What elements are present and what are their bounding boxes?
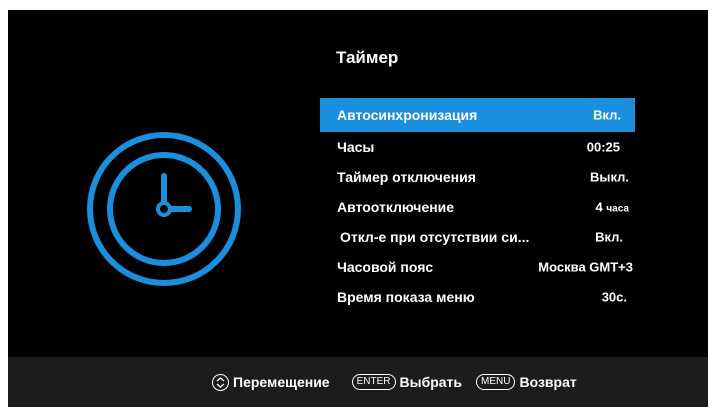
hint-navigate: Перемещение bbox=[212, 373, 330, 391]
enter-key-icon: ENTER bbox=[351, 374, 396, 390]
menu-item-label: Автосинхронизация bbox=[337, 107, 478, 123]
menu-item-label: Откл-е при отсутствии си... bbox=[340, 229, 530, 245]
hint-back-label: Возврат bbox=[519, 374, 577, 390]
menu-item-menu-duration[interactable]: Время показа меню 30с. bbox=[320, 282, 635, 312]
tv-screen: Таймер Автосинхронизация Вкл. Часы 00:25… bbox=[8, 10, 708, 407]
menu-item-value: 4 часа bbox=[595, 199, 629, 215]
hint-bar: Перемещение ENTER Выбрать MENU Возврат bbox=[8, 357, 708, 407]
hint-select: ENTER Выбрать bbox=[351, 374, 463, 390]
page-title: Таймер bbox=[336, 48, 399, 67]
menu-item-label: Время показа меню bbox=[337, 289, 475, 305]
menu-item-value: Вкл. bbox=[593, 107, 621, 123]
menu-key-icon: MENU bbox=[476, 374, 516, 390]
menu-item-clock[interactable]: Часы 00:25 bbox=[320, 132, 635, 162]
menu-item-no-signal-off[interactable]: Откл-е при отсутствии си... Вкл. bbox=[320, 222, 635, 252]
menu-item-sleep-timer[interactable]: Таймер отключения Выкл. bbox=[320, 162, 635, 192]
menu-item-autosync[interactable]: Автосинхронизация Вкл. bbox=[320, 98, 635, 132]
clock-icon bbox=[87, 132, 241, 286]
menu-item-label: Автоотключение bbox=[337, 199, 455, 215]
menu-item-auto-off[interactable]: Автоотключение 4 часа bbox=[320, 192, 635, 222]
menu-item-label: Часы bbox=[337, 139, 375, 155]
menu-item-label: Часовой пояс bbox=[337, 259, 434, 275]
hint-select-label: Выбрать bbox=[399, 374, 463, 390]
up-down-arrows-icon bbox=[212, 373, 229, 391]
menu-item-value: Вкл. bbox=[595, 229, 623, 245]
menu-item-label: Таймер отключения bbox=[337, 169, 476, 185]
menu-item-value: 00:25 bbox=[586, 139, 620, 155]
menu-item-value: 30с. bbox=[601, 289, 627, 305]
hint-back: MENU Возврат bbox=[476, 374, 577, 390]
menu-item-value: Москва GMT+3 bbox=[538, 259, 633, 275]
timer-menu: Автосинхронизация Вкл. Часы 00:25 Таймер… bbox=[320, 98, 635, 312]
menu-item-timezone[interactable]: Часовой пояс Москва GMT+3 bbox=[320, 252, 635, 282]
menu-item-value: Выкл. bbox=[589, 169, 629, 185]
hint-navigate-label: Перемещение bbox=[233, 374, 330, 390]
